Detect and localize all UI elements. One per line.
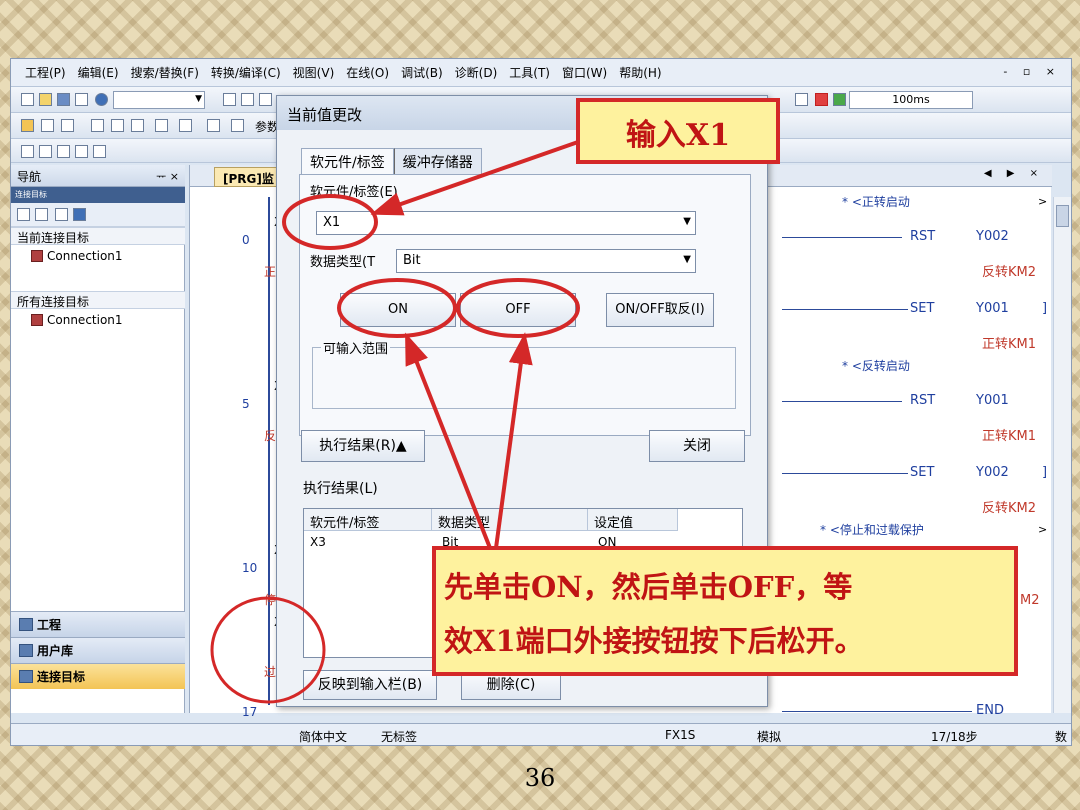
highlight-device-field [282, 194, 378, 250]
arrow-to-on [405, 332, 492, 549]
highlight-on-button [337, 278, 457, 338]
page-number: 36 [524, 764, 556, 792]
arrow-to-off [494, 332, 533, 549]
callout-line-2: 效X1端口外接按钮按下后松开。 [444, 624, 864, 658]
highlight-off-button [456, 278, 580, 338]
annotation-overlay [210, 140, 580, 704]
callout-enter-x1: 输入X1 [576, 98, 780, 164]
callout-line-1: 先单击ON，然后单击OFF，等 [444, 570, 853, 604]
callout-instructions: 先单击ON，然后单击OFF，等 效X1端口外接按钮按下后松开。 [432, 546, 1018, 676]
highlight-overload-rung [210, 596, 326, 704]
arrow-to-device [370, 140, 579, 216]
